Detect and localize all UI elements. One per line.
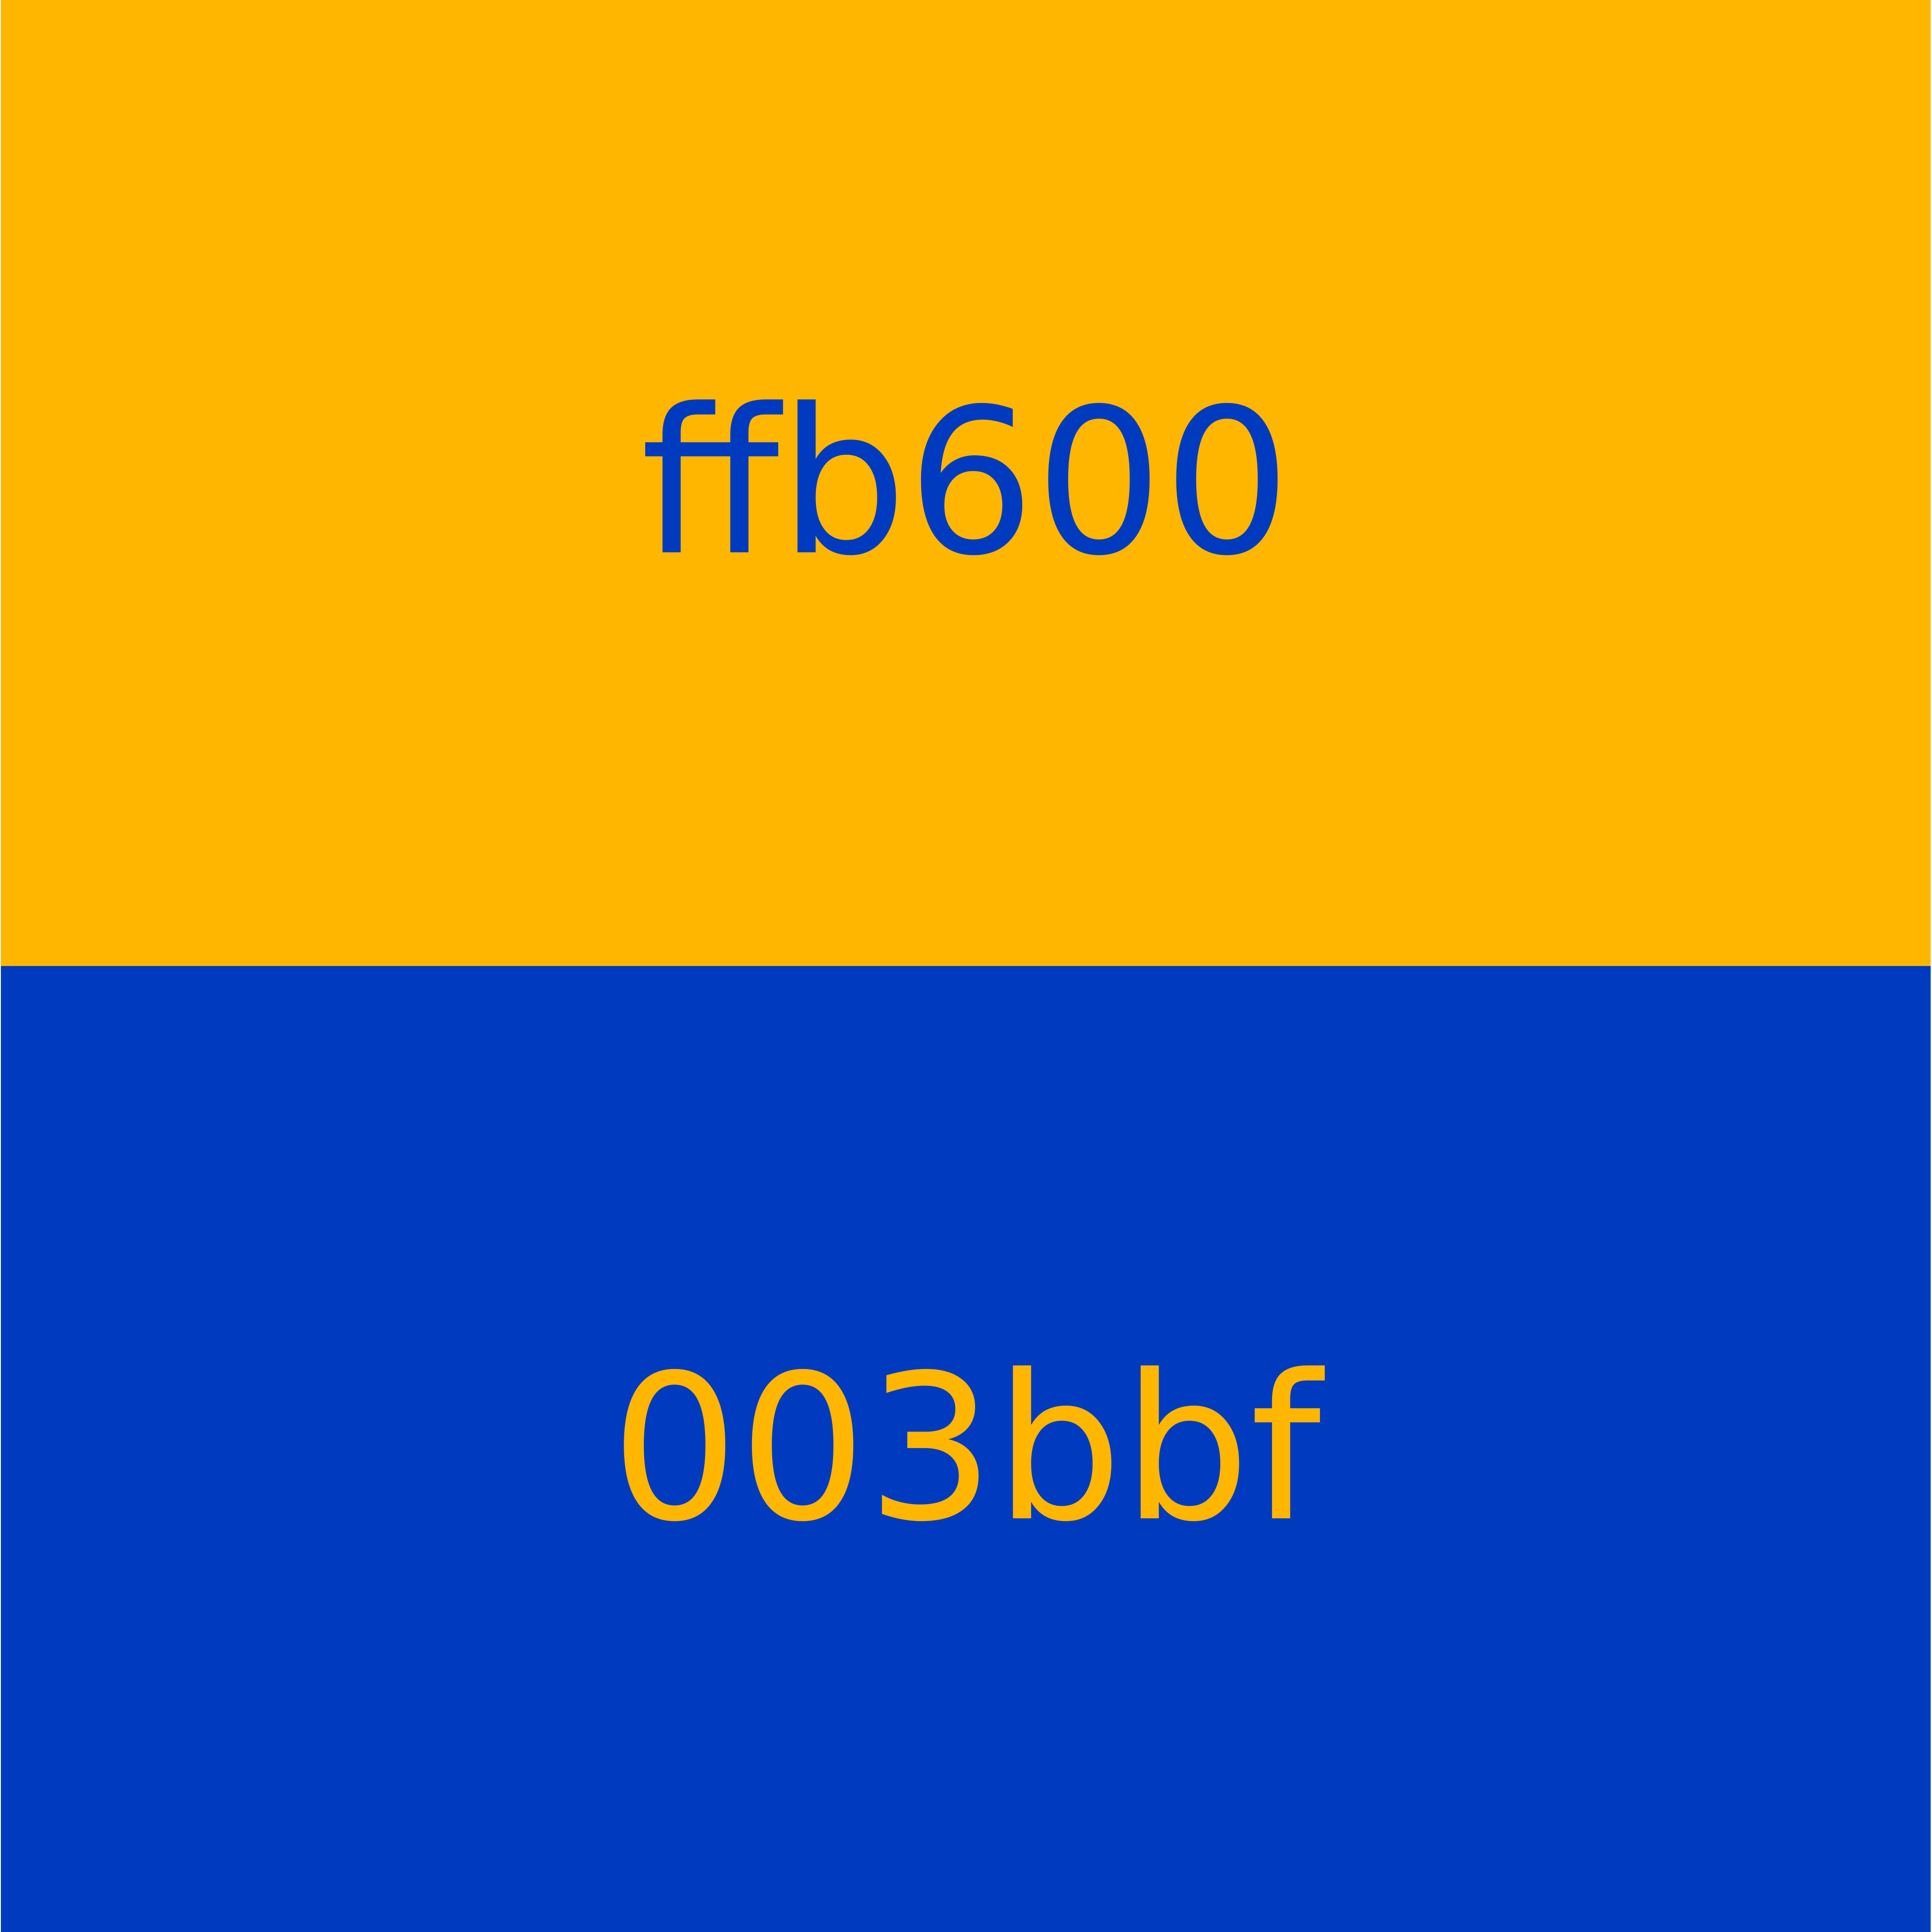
- swatch-ffb600: ffb600: [1, 0, 1931, 966]
- swatch-label-ffb600: ffb600: [640, 366, 1291, 600]
- swatch-label-003bbf: 003bbf: [610, 1332, 1321, 1566]
- color-swatch-panel: ffb600 003bbf: [0, 0, 1932, 1932]
- swatch-003bbf: 003bbf: [1, 966, 1931, 1932]
